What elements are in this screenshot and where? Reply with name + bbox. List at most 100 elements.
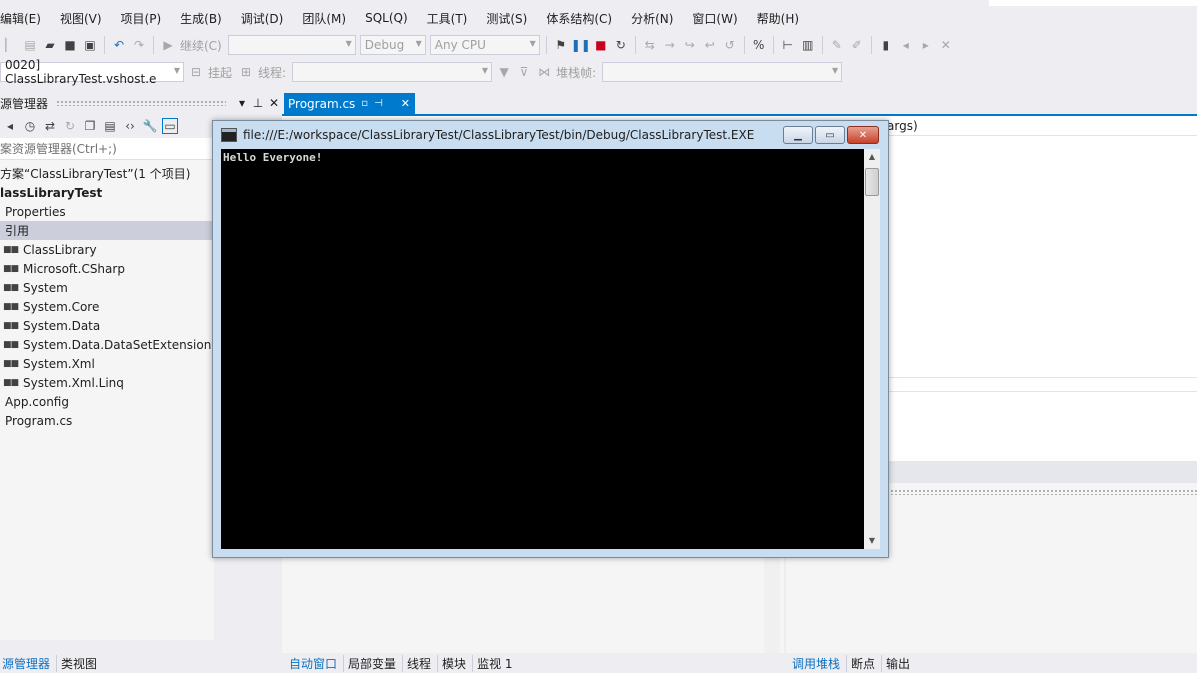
tree-item-reference[interactable]: ■■ Microsoft.CSharp: [0, 259, 214, 278]
attach-icon[interactable]: ⚑: [553, 37, 569, 53]
tree-item-solution[interactable]: 方案“ClassLibraryTest”(1 个项目): [0, 164, 214, 183]
menu-edit[interactable]: 编辑(E): [0, 10, 51, 27]
restart-icon[interactable]: ↻: [613, 37, 629, 53]
menu-architecture[interactable]: 体系结构(C): [546, 10, 622, 27]
tab-watch-1[interactable]: 监视 1: [472, 654, 514, 672]
step-into-icon[interactable]: →: [662, 37, 678, 53]
prev-bookmark-icon[interactable]: ◂: [898, 37, 914, 53]
save-icon[interactable]: ■: [62, 37, 78, 53]
scroll-down-icon[interactable]: ▼: [864, 533, 880, 549]
open-file-icon[interactable]: ▰: [42, 37, 58, 53]
back-icon[interactable]: ◂: [2, 118, 18, 134]
next-bookmark-icon[interactable]: ▸: [918, 37, 934, 53]
tree-item-reference[interactable]: ■■ System.Data.DataSetExtensions: [0, 335, 218, 354]
sync-icon[interactable]: ⇄: [42, 118, 58, 134]
solution-config-combo[interactable]: ▼: [227, 35, 356, 55]
quick-launch-input[interactable]: [989, 0, 1197, 6]
maximize-button[interactable]: ▭: [815, 126, 845, 144]
step-back-icon[interactable]: ↺: [722, 37, 738, 53]
undo-icon[interactable]: ↶: [111, 37, 127, 53]
thread-select[interactable]: ▼: [292, 62, 493, 82]
config-select[interactable]: Debug ▼: [359, 35, 426, 55]
drag-grip[interactable]: [56, 100, 226, 106]
stop-icon[interactable]: ■: [593, 37, 609, 53]
continue-icon[interactable]: ▶: [160, 37, 176, 53]
close-button[interactable]: ✕: [847, 126, 879, 144]
refresh-icon[interactable]: ↻: [62, 118, 78, 134]
tree-item-reference[interactable]: ■■ System: [0, 278, 214, 297]
filter-clear-icon[interactable]: ⊽: [516, 64, 532, 80]
tree-item-app-config[interactable]: App.config: [0, 392, 214, 411]
tree-item-program[interactable]: Program.cs: [0, 411, 214, 430]
uncomment-icon[interactable]: ✐: [849, 37, 865, 53]
pin-icon[interactable]: ⊥: [250, 96, 266, 110]
thread-filter-icon[interactable]: ⊞: [238, 64, 254, 80]
menu-tools[interactable]: 工具(T): [427, 10, 478, 27]
filter-icon[interactable]: ▼: [496, 64, 512, 80]
continue-button[interactable]: 继续(C): [180, 37, 222, 54]
collapse-all-icon[interactable]: ❐: [82, 118, 98, 134]
solution-search-input[interactable]: 案资源管理器(Ctrl+;): [0, 138, 214, 160]
suspend-button[interactable]: 挂起: [208, 64, 232, 81]
menu-sql[interactable]: SQL(Q): [365, 11, 418, 25]
minimize-button[interactable]: ▁: [783, 126, 813, 144]
tab-solution-explorer[interactable]: 源管理器: [0, 655, 52, 672]
platform-select[interactable]: Any CPU ▼: [429, 35, 540, 55]
save-all-icon[interactable]: ▣: [82, 37, 98, 53]
tree-item-reference[interactable]: ■■ ClassLibrary: [0, 240, 214, 259]
show-all-files-icon[interactable]: ▤: [102, 118, 118, 134]
drag-grip[interactable]: [886, 489, 1197, 495]
console-scrollbar[interactable]: ▲ ▼: [864, 149, 880, 549]
tab-autos[interactable]: 自动窗口: [287, 655, 339, 672]
tree-item-reference[interactable]: ■■ System.Core: [0, 297, 214, 316]
menu-project[interactable]: 项目(P): [121, 10, 172, 27]
tab-modules[interactable]: 模块: [437, 654, 468, 672]
console-window[interactable]: file:///E:/workspace/ClassLibraryTest/Cl…: [212, 120, 889, 558]
tab-output[interactable]: 输出: [881, 654, 912, 672]
pin-icon[interactable]: ⊣: [374, 98, 383, 109]
tab-locals[interactable]: 局部变量: [343, 654, 398, 672]
dropdown-icon[interactable]: ▾: [234, 96, 250, 110]
history-icon[interactable]: ◷: [22, 118, 38, 134]
tree-item-reference[interactable]: ■■ System.Xml: [0, 354, 214, 373]
bookmark-icon[interactable]: ▮: [878, 37, 894, 53]
stack-frame-select[interactable]: ▼: [602, 62, 843, 82]
tree-item-reference[interactable]: ■■ System.Data: [0, 316, 214, 335]
tab-breakpoints[interactable]: 断点: [846, 654, 877, 672]
tree-item-project[interactable]: lassLibraryTest: [0, 183, 214, 202]
menu-help[interactable]: 帮助(H): [757, 10, 809, 27]
process-select[interactable]: 0020] ClassLibraryTest.vshost.e ▼: [0, 58, 184, 86]
scrollbar[interactable]: [764, 556, 780, 653]
menu-build[interactable]: 生成(B): [180, 10, 232, 27]
close-icon[interactable]: ✕: [401, 97, 410, 110]
pause-icon[interactable]: ❚❚: [571, 37, 591, 53]
redo-icon[interactable]: ↷: [131, 37, 147, 53]
suspend-icon[interactable]: ⊟: [188, 64, 204, 80]
properties-wrench-icon[interactable]: 🔧: [142, 118, 158, 134]
tab-call-stack[interactable]: 调用堆栈: [790, 655, 842, 672]
menu-view[interactable]: 视图(V): [60, 10, 112, 27]
comment-icon[interactable]: ✎: [829, 37, 845, 53]
scroll-thumb[interactable]: [865, 168, 879, 196]
tab-class-view[interactable]: 类视图: [56, 654, 99, 672]
step-over-icon[interactable]: ↪: [682, 37, 698, 53]
preview-icon[interactable]: ▭: [162, 118, 178, 134]
tab-threads[interactable]: 线程: [402, 654, 433, 672]
thread-icon[interactable]: ⊢: [780, 37, 796, 53]
clear-bookmarks-icon[interactable]: ✕: [938, 37, 954, 53]
menu-debug[interactable]: 调试(D): [241, 10, 294, 27]
tree-item-references[interactable]: 引用: [0, 221, 214, 240]
threads-window-icon[interactable]: ▥: [800, 37, 816, 53]
hex-icon[interactable]: %: [751, 37, 767, 53]
tab-program-cs[interactable]: Program.cs ▫ ⊣ ✕: [284, 93, 415, 114]
flag-threads-icon[interactable]: ⋈: [536, 64, 552, 80]
new-project-icon[interactable]: ▤: [22, 37, 38, 53]
menu-test[interactable]: 测试(S): [486, 10, 537, 27]
menu-window[interactable]: 窗口(W): [692, 10, 747, 27]
tree-item-reference[interactable]: ■■ System.Xml.Linq: [0, 373, 214, 392]
menu-team[interactable]: 团队(M): [302, 10, 356, 27]
tree-item-properties[interactable]: Properties: [0, 202, 214, 221]
menu-analyze[interactable]: 分析(N): [631, 10, 683, 27]
view-code-icon[interactable]: ‹›: [122, 118, 138, 134]
scroll-up-icon[interactable]: ▲: [864, 149, 880, 165]
